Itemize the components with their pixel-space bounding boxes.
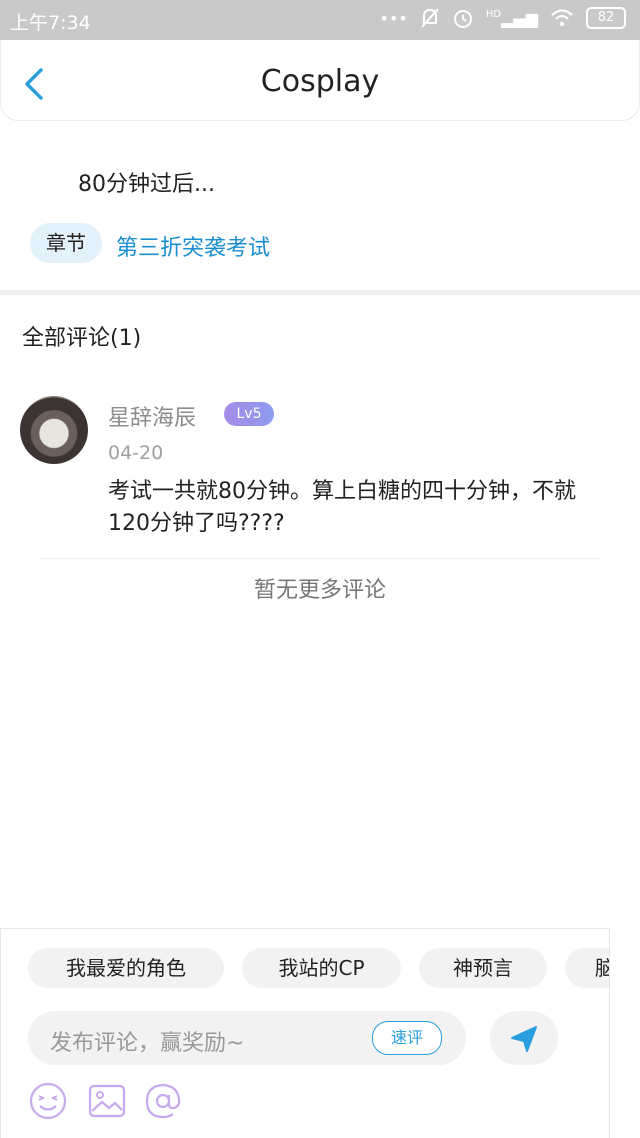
signal-hd-icon: HD▂▄▆ [485,8,538,28]
no-more-comments: 暂无更多评论 [253,578,386,603]
comments-heading: 全部评论(1) [22,326,142,351]
header: Cosplay [0,40,640,121]
avatar[interactable] [20,396,88,464]
wifi-icon [551,9,573,27]
topic-chip-prophecy[interactable]: 神预言 [419,948,547,988]
alarm-icon [453,10,472,28]
send-button[interactable] [490,1011,558,1065]
status-time: 上午7:34 [10,12,91,34]
comment-date: 04-20 [108,442,164,464]
comment-divider [40,558,600,559]
mention-at-icon[interactable] [143,1081,183,1121]
battery-icon: 82 [586,7,626,29]
emoji-icon[interactable] [28,1081,68,1121]
quick-review-button[interactable]: 速评 [372,1021,442,1055]
status-icons: ••• HD▂▄▆ 82 [380,7,626,29]
image-icon[interactable] [87,1081,127,1121]
status-bar: 上午7:34 ••• HD▂▄▆ 82 [0,0,640,40]
comment-input-placeholder: 发布评论，赢奖励~ [50,1031,245,1056]
comment-text[interactable]: 考试一共就80分钟。算上白糖的四十分钟，不就120分钟了吗???? [108,476,608,540]
page-title: Cosplay [260,64,380,99]
send-icon [511,1026,537,1052]
section-divider [0,290,640,295]
topic-chip-cp[interactable]: 我站的CP [242,948,401,988]
chapter-tag: 章节 [30,223,102,263]
chapter-link[interactable]: 第三折突袭考试 [116,230,270,262]
topic-chip-favorite-character[interactable]: 我最爱的角色 [28,948,224,988]
topic-chip-partial[interactable]: 脑 [565,948,609,988]
level-badge: Lv5 [224,402,274,426]
comment-composer: 我最爱的角色 我站的CP 神预言 脑 发布评论，赢奖励~ 速评 [0,928,610,1138]
mute-bell-icon [421,8,439,28]
post-text: 80分钟过后... [78,172,215,197]
comment-username[interactable]: 星辞海辰 [108,400,196,432]
network-type: HD [485,8,502,20]
more-dots-icon: ••• [379,8,408,28]
comment-input[interactable]: 发布评论，赢奖励~ 速评 [28,1011,466,1065]
